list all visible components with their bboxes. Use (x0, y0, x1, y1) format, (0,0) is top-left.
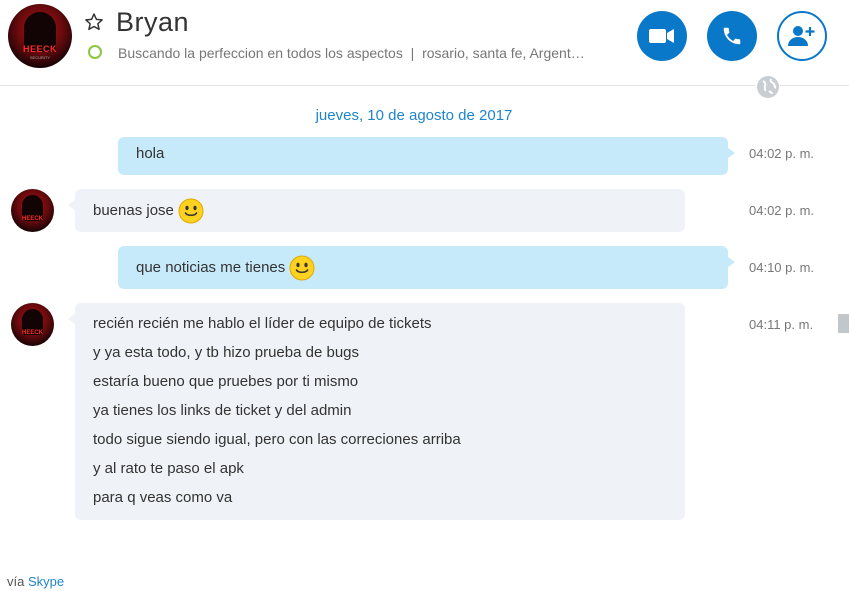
footer-prefix: vía (7, 574, 25, 589)
message-text: hola (136, 144, 165, 162)
conversation-header: HEECK SECURITY Bryan Buscando la perfecc… (0, 0, 849, 86)
video-camera-icon (649, 29, 674, 43)
presence-status-icon (88, 45, 102, 59)
avatar-brand-text: HEECK (22, 44, 57, 54)
message-timestamp: 04:11 p. m. (749, 317, 814, 332)
globe-icon[interactable] (755, 74, 780, 99)
contact-avatar[interactable]: HEECK SECURITY (8, 4, 72, 68)
mood-separator: | (410, 45, 415, 61)
mood-message: Buscando la perfeccion en todos los aspe… (118, 45, 403, 61)
date-separator: jueves, 10 de agosto de 2017 (315, 107, 513, 124)
incoming-message-bubble[interactable]: buenas jose (68, 189, 685, 232)
skype-link[interactable]: Skype (28, 574, 64, 589)
sender-avatar[interactable]: HEECK (11, 189, 54, 232)
outgoing-message-bubble[interactable]: hola (118, 137, 735, 175)
outgoing-message-bubble[interactable]: que noticias me tienes (118, 246, 735, 289)
message-text: todo sigue siendo igual, pero con las co… (93, 431, 461, 448)
contact-name[interactable]: Bryan (116, 7, 189, 38)
add-people-button[interactable] (777, 11, 827, 61)
add-person-icon (788, 26, 815, 46)
sender-avatar[interactable]: HEECK (11, 303, 54, 346)
message-text: que noticias me tienes (136, 259, 286, 276)
scrollbar-thumb[interactable] (838, 314, 849, 333)
message-text: buenas jose (93, 202, 174, 219)
message-timestamp: 04:02 p. m. (749, 203, 815, 218)
smile-emoticon-icon (178, 198, 204, 223)
avatar-brand-text: HEECK (21, 330, 43, 336)
star-icon[interactable] (84, 12, 104, 32)
message-text: estaría bueno que pruebes por ti mismo (93, 373, 359, 390)
message-text: y al rato te paso el apk (93, 460, 244, 477)
message-timestamp: 04:10 p. m. (749, 260, 815, 275)
avatar-brand-text: HEECK (21, 216, 43, 222)
message-text: y ya esta todo, y tb hizo prueba de bugs (93, 344, 360, 361)
message-text: ya tienes los links de ticket y del admi… (93, 402, 352, 419)
avatar-sub-text: SECURITY (29, 55, 51, 60)
smile-emoticon-icon (289, 255, 315, 280)
contact-location: rosario, santa fe, Argent… (422, 45, 585, 61)
message-text: para q veas como va (93, 489, 233, 506)
incoming-message-bubble[interactable]: recién recién me hablo el líder de equip… (68, 303, 685, 520)
via-footer: vía Skype (7, 574, 64, 589)
audio-call-button[interactable] (707, 11, 757, 61)
message-timestamp: 04:02 p. m. (749, 146, 815, 161)
video-call-button[interactable] (637, 11, 687, 61)
phone-icon (723, 27, 741, 45)
contact-mood: Buscando la perfeccion en todos los aspe… (118, 45, 585, 61)
message-text: recién recién me hablo el líder de equip… (93, 315, 432, 332)
